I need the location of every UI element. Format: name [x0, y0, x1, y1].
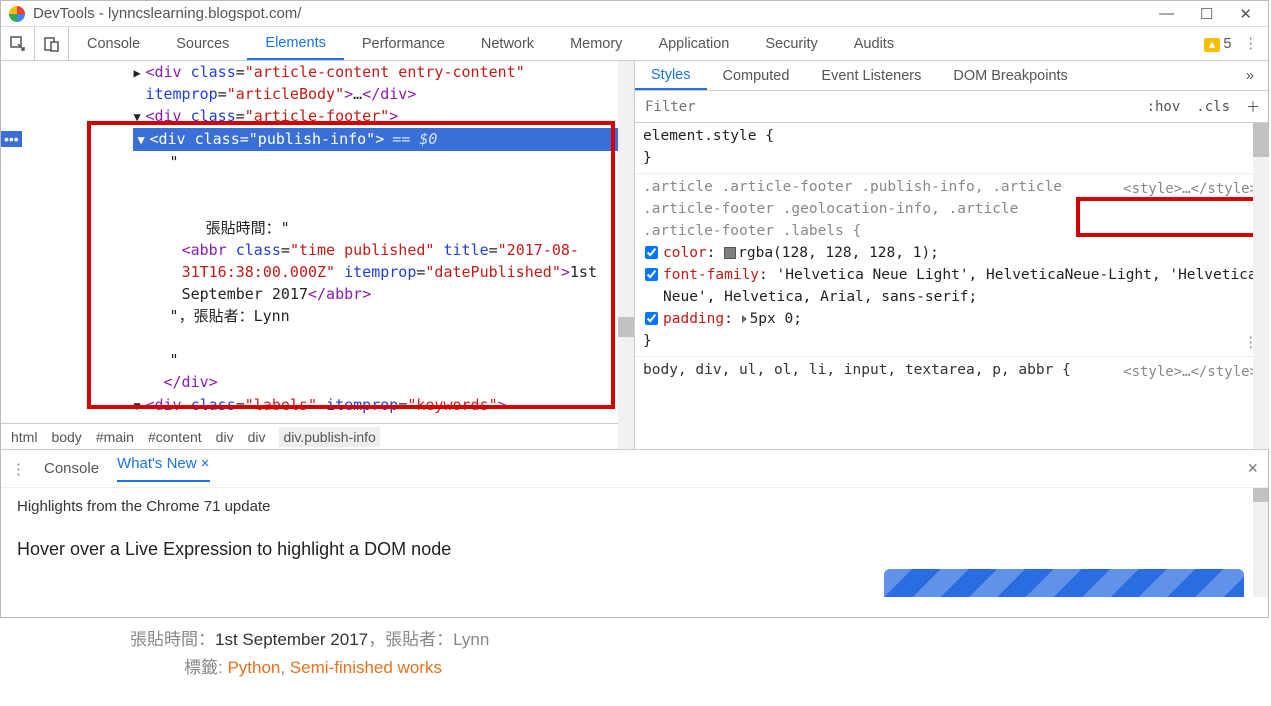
publish-date: 1st September 2017: [215, 630, 368, 649]
subtab-event-listeners[interactable]: Event Listeners: [805, 61, 937, 90]
crumb-selected[interactable]: div.publish-info: [279, 427, 379, 447]
chrome-icon: [9, 6, 25, 22]
warnings-badge[interactable]: ▲5: [1204, 36, 1232, 52]
tags-label: 標籤:: [184, 658, 227, 677]
inspect-element-icon[interactable]: [1, 27, 35, 60]
tab-elements[interactable]: Elements: [247, 27, 343, 60]
tab-network[interactable]: Network: [463, 27, 552, 60]
drawer-tab-whatsnew[interactable]: What's New ×: [117, 455, 210, 482]
crumb-main[interactable]: #main: [96, 429, 134, 445]
drawer-more-icon[interactable]: ⋮: [11, 460, 26, 478]
styles-scrollbar[interactable]: [1253, 123, 1269, 449]
crumb-div[interactable]: div: [216, 429, 234, 445]
device-toolbar-icon[interactable]: [35, 27, 69, 60]
close-tab-icon[interactable]: ×: [201, 455, 210, 472]
window-close-button[interactable]: ✕: [1239, 5, 1252, 23]
subtabs-more-icon[interactable]: »: [1232, 68, 1268, 84]
tab-audits[interactable]: Audits: [836, 27, 912, 60]
window-minimize-button[interactable]: —: [1159, 5, 1174, 23]
prop-color-enable[interactable]: [645, 246, 658, 259]
dom-scrollbar[interactable]: [618, 61, 634, 449]
subtab-styles[interactable]: Styles: [635, 61, 707, 90]
drawer-close-button[interactable]: ×: [1247, 458, 1258, 479]
dom-tree[interactable]: ▶<div class="article-content entry-conte…: [1, 61, 634, 423]
window-maximize-button[interactable]: ☐: [1200, 5, 1213, 23]
drawer-tab-console[interactable]: Console: [44, 460, 99, 477]
subtab-dom-breakpoints[interactable]: DOM Breakpoints: [937, 61, 1083, 90]
page-content: 張貼時間：1st September 2017，張貼者：Lynn 標籤: Pyt…: [0, 618, 1271, 682]
tab-console[interactable]: Console: [69, 27, 158, 60]
hov-toggle[interactable]: :hov: [1139, 99, 1189, 115]
tab-performance[interactable]: Performance: [344, 27, 463, 60]
tab-sources[interactable]: Sources: [158, 27, 247, 60]
tag-semi-finished-works[interactable]: Semi-finished works: [290, 658, 442, 677]
whatsnew-illustration: [884, 569, 1244, 597]
tab-security[interactable]: Security: [747, 27, 835, 60]
prop-font-family[interactable]: font-family: 'Helvetica Neue Light', Hel…: [643, 264, 1260, 308]
whatsnew-heading: Highlights from the Chrome 71 update: [17, 498, 1252, 515]
whatsnew-scrollbar[interactable]: [1253, 488, 1268, 597]
rule2-source-link[interactable]: <style>…</style>: [1123, 361, 1258, 383]
prop-padding[interactable]: padding: 5px 0;: [643, 308, 1260, 330]
dom-breadcrumbs: html body #main #content div div div.pub…: [1, 423, 634, 449]
color-swatch-icon[interactable]: [724, 247, 736, 259]
new-style-rule-button[interactable]: ＋: [1238, 97, 1268, 117]
crumb-content[interactable]: #content: [148, 429, 202, 445]
author-name: Lynn: [453, 630, 489, 649]
rule-source-link[interactable]: <style>…</style>: [1123, 178, 1258, 200]
crumb-div2[interactable]: div: [248, 429, 266, 445]
prop-color[interactable]: color: rgba(128, 128, 128, 1);: [643, 242, 1260, 264]
expand-shorthand-icon[interactable]: [742, 315, 747, 323]
window-title: DevTools - lynncslearning.blogspot.com/: [33, 5, 1159, 22]
subtab-computed[interactable]: Computed: [707, 61, 806, 90]
toolbar-more-icon[interactable]: ⋮: [1244, 36, 1259, 52]
styles-pane[interactable]: element.style { } <style>…</style> .arti…: [635, 123, 1268, 449]
whatsnew-tip: Hover over a Live Expression to highligh…: [17, 539, 1252, 560]
crumb-body[interactable]: body: [51, 429, 81, 445]
prop-padding-enable[interactable]: [645, 312, 658, 325]
crumb-html[interactable]: html: [11, 429, 37, 445]
element-style-selector[interactable]: element.style {: [643, 125, 1260, 147]
tab-memory[interactable]: Memory: [552, 27, 640, 60]
tab-application[interactable]: Application: [640, 27, 747, 60]
cls-toggle[interactable]: .cls: [1188, 99, 1238, 115]
prop-font-enable[interactable]: [645, 268, 658, 281]
styles-filter-input[interactable]: [635, 99, 1139, 115]
publish-time-label: 張貼時間：: [130, 630, 215, 649]
tag-python[interactable]: Python: [227, 658, 280, 677]
author-label: ，張貼者：: [368, 630, 453, 649]
